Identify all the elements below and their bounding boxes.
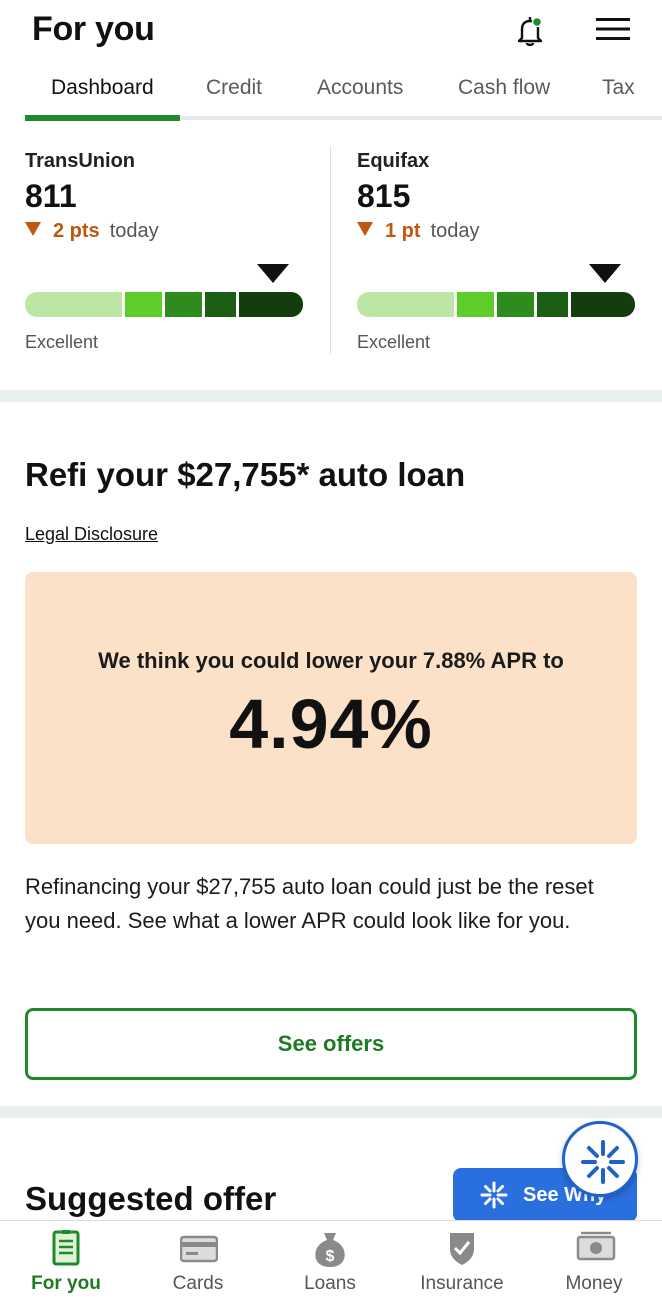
range-segment-good bbox=[497, 292, 534, 317]
hamburger-menu-icon[interactable] bbox=[594, 16, 632, 42]
range-segment-good bbox=[165, 292, 202, 317]
bottom-navigation: For you Cards $ Loans Insurance Money bbox=[0, 1220, 662, 1300]
credit-score: 815 bbox=[357, 178, 411, 214]
refi-description: Refinancing your $27,755 auto loan could… bbox=[25, 874, 594, 933]
nav-label: Cards bbox=[172, 1273, 224, 1294]
nav-label: Insurance bbox=[420, 1273, 504, 1294]
apr-highlight-card: We think you could lower your 7.88% APR … bbox=[25, 572, 637, 844]
tab-dashboard[interactable]: Dashboard bbox=[51, 76, 154, 100]
apr-current-text: We think you could lower your 7.88% APR … bbox=[98, 648, 564, 673]
score-range-bar bbox=[25, 292, 303, 317]
score-marker-icon bbox=[589, 264, 621, 283]
tab-bar: Dashboard Credit Accounts Cash flow Tax bbox=[0, 68, 662, 124]
down-arrow-icon bbox=[357, 222, 373, 236]
svg-text:$: $ bbox=[326, 1248, 335, 1265]
score-rating: Excellent bbox=[357, 332, 431, 352]
score-rating: Excellent bbox=[25, 332, 99, 352]
notification-bell-icon[interactable] bbox=[512, 14, 548, 48]
bureau-name: Equifax bbox=[357, 150, 430, 172]
section-separator bbox=[0, 390, 662, 402]
tab-accounts[interactable]: Accounts bbox=[317, 76, 403, 100]
nav-label: Loans bbox=[304, 1273, 356, 1294]
tab-cash-flow[interactable]: Cash flow bbox=[458, 76, 550, 100]
shield-check-icon bbox=[450, 1233, 474, 1265]
refi-title: Refi your $27,755* auto loan bbox=[25, 456, 466, 493]
down-arrow-icon bbox=[25, 222, 41, 236]
credit-score-card-transunion[interactable]: TransUnion 811 2 pts today Excellent bbox=[25, 124, 315, 390]
suggested-offer-title: Suggested offer bbox=[25, 1180, 277, 1217]
score-change: 2 pts today bbox=[25, 220, 159, 243]
cash-icon bbox=[576, 1231, 616, 1261]
score-marker-icon bbox=[257, 264, 289, 283]
assistant-sparkle-icon bbox=[581, 1140, 625, 1184]
range-segment-poor bbox=[357, 292, 454, 317]
nav-item-for-you[interactable]: For you bbox=[0, 1221, 132, 1300]
range-segment-fair bbox=[457, 292, 494, 317]
score-change-period: today bbox=[109, 220, 159, 242]
credit-score: 811 bbox=[25, 178, 77, 214]
range-segment-very-good bbox=[537, 292, 568, 317]
bureau-name: TransUnion bbox=[25, 150, 136, 172]
range-segment-poor bbox=[25, 292, 122, 317]
credit-card-icon bbox=[180, 1235, 218, 1263]
legal-disclosure-link[interactable]: Legal Disclosure bbox=[25, 524, 158, 545]
nav-label: Money bbox=[565, 1273, 623, 1294]
page-title: For you bbox=[32, 10, 155, 48]
nav-label: For you bbox=[31, 1273, 101, 1294]
tab-track bbox=[180, 116, 662, 120]
nav-item-money[interactable]: Money bbox=[528, 1221, 660, 1300]
tab-active-indicator bbox=[25, 115, 180, 121]
tab-credit[interactable]: Credit bbox=[206, 76, 262, 100]
score-change-period: today bbox=[430, 220, 480, 242]
nav-item-insurance[interactable]: Insurance bbox=[396, 1221, 528, 1300]
money-bag-icon: $ bbox=[315, 1233, 345, 1267]
apr-new-value: 4.94% bbox=[229, 685, 433, 763]
nav-item-loans[interactable]: $ Loans bbox=[264, 1221, 396, 1300]
range-segment-excellent bbox=[571, 292, 635, 317]
range-segment-excellent bbox=[239, 292, 303, 317]
assistant-fab[interactable] bbox=[562, 1121, 638, 1197]
credit-score-card-equifax[interactable]: Equifax 815 1 pt today Excellent bbox=[357, 124, 647, 390]
section-separator bbox=[0, 1106, 662, 1118]
see-offers-button[interactable]: See offers bbox=[25, 1008, 637, 1080]
score-change-points: 2 pts bbox=[53, 220, 100, 242]
tab-tax[interactable]: Tax bbox=[602, 76, 635, 100]
sparkle-icon bbox=[480, 1181, 508, 1209]
score-divider bbox=[330, 146, 331, 354]
score-change: 1 pt today bbox=[357, 220, 480, 243]
range-segment-fair bbox=[125, 292, 162, 317]
credit-scores-section: TransUnion 811 2 pts today Excellent Equi… bbox=[0, 124, 662, 390]
score-range-bar bbox=[357, 292, 635, 317]
nav-item-cards[interactable]: Cards bbox=[132, 1221, 264, 1300]
document-icon bbox=[52, 1230, 80, 1266]
app-header: For you bbox=[0, 0, 662, 68]
score-change-points: 1 pt bbox=[385, 220, 421, 242]
range-segment-very-good bbox=[205, 292, 236, 317]
